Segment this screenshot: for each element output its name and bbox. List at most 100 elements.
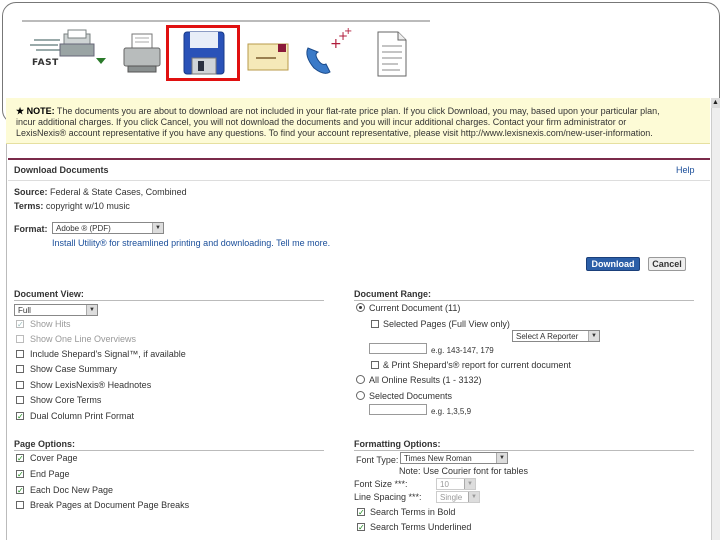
chevron-down-icon: ▼ bbox=[468, 492, 479, 502]
show-hits-checkbox[interactable]: ✓ bbox=[16, 320, 24, 329]
note-line-2: incur additional charges. If you click C… bbox=[16, 117, 627, 127]
cover-page-label: Cover Page bbox=[30, 453, 78, 463]
documents-hint: e.g. 1,3,5,9 bbox=[431, 407, 472, 416]
source-label: Source: bbox=[14, 187, 48, 197]
fast-print-icon[interactable] bbox=[30, 28, 112, 78]
formatting-options-title: Formatting Options: bbox=[354, 439, 441, 449]
panel-divider bbox=[8, 180, 710, 181]
selected-tool-highlight bbox=[166, 25, 240, 81]
panel-title: Download Documents bbox=[14, 165, 109, 175]
vertical-scrollbar[interactable] bbox=[711, 98, 720, 540]
dual-column-label: Dual Column Print Format bbox=[30, 411, 135, 421]
chevron-down-icon: ▼ bbox=[152, 223, 163, 233]
terms-value: copyright w/10 music bbox=[45, 201, 130, 211]
line-spacing-select[interactable]: Single ▼ bbox=[436, 491, 480, 503]
scroll-up-icon[interactable]: ▲ bbox=[711, 98, 720, 108]
font-size-label: Font Size ***: bbox=[354, 479, 408, 489]
reporter-select-value: Select A Reporter bbox=[516, 332, 579, 341]
include-shepards-label: Include Shepard's Signal™, if available bbox=[30, 349, 186, 359]
chevron-down-icon: ▼ bbox=[496, 453, 507, 463]
note-line-1: The documents you are about to download … bbox=[56, 106, 660, 116]
show-core-terms-checkbox[interactable] bbox=[16, 396, 24, 404]
printer-icon[interactable] bbox=[122, 28, 162, 78]
documents-input[interactable] bbox=[369, 404, 427, 415]
cover-page-checkbox[interactable]: ✓ bbox=[16, 454, 24, 463]
document-range-title: Document Range: bbox=[354, 289, 432, 299]
font-note: Note: Use Courier font for tables bbox=[399, 466, 529, 476]
print-shepards-label: & Print Shepard's® report for current do… bbox=[383, 360, 571, 370]
install-row: Install Utility® for streamlined printin… bbox=[52, 238, 330, 248]
search-terms-bold-checkbox[interactable]: ✓ bbox=[357, 508, 365, 517]
each-doc-new-page-checkbox[interactable]: ✓ bbox=[16, 486, 24, 495]
font-type-select-value: Times New Roman bbox=[404, 454, 472, 463]
all-results-label: All Online Results (1 - 3132) bbox=[369, 375, 482, 385]
each-doc-new-page-label: Each Doc New Page bbox=[30, 485, 114, 495]
download-button[interactable]: Download bbox=[586, 257, 640, 271]
font-type-label: Font Type: bbox=[356, 455, 399, 465]
page-options-title: Page Options: bbox=[14, 439, 76, 449]
source-row: Source: Federal & State Cases, Combined bbox=[14, 187, 187, 197]
help-link[interactable]: Help bbox=[676, 165, 695, 175]
terms-label: Terms: bbox=[14, 201, 44, 211]
selected-pages-label: Selected Pages (Full View only) bbox=[383, 319, 510, 329]
section-divider bbox=[14, 450, 324, 451]
document-view-title: Document View: bbox=[14, 289, 84, 299]
break-pages-label: Break Pages at Document Page Breaks bbox=[30, 500, 190, 510]
cancel-button[interactable]: Cancel bbox=[648, 257, 686, 271]
show-core-terms-label: Show Core Terms bbox=[30, 395, 102, 405]
section-divider bbox=[14, 300, 324, 301]
all-results-radio[interactable] bbox=[356, 375, 365, 384]
document-view-select[interactable]: Full ▼ bbox=[14, 304, 98, 316]
show-headnotes-checkbox[interactable] bbox=[16, 381, 24, 389]
section-divider bbox=[354, 450, 694, 451]
show-hits-label: Show Hits bbox=[30, 319, 71, 329]
install-text[interactable]: Install Utility® for streamlined printin… bbox=[52, 238, 274, 248]
selected-documents-label: Selected Documents bbox=[369, 391, 453, 401]
format-label: Format: bbox=[14, 224, 48, 234]
line-spacing-label: Line Spacing ***: bbox=[354, 492, 422, 502]
font-size-select[interactable]: 10 ▼ bbox=[436, 478, 476, 490]
search-terms-bold-label: Search Terms in Bold bbox=[370, 507, 456, 517]
show-case-summary-checkbox[interactable] bbox=[16, 365, 24, 373]
chevron-down-icon: ▼ bbox=[464, 479, 475, 489]
end-page-checkbox[interactable]: ✓ bbox=[16, 470, 24, 479]
pages-hint: e.g. 143-147, 179 bbox=[431, 346, 494, 355]
note-line-3: LexisNexis® account representative if yo… bbox=[16, 128, 653, 138]
font-size-select-value: 10 bbox=[440, 480, 449, 489]
section-divider bbox=[354, 300, 694, 301]
search-terms-underline-label: Search Terms Underlined bbox=[370, 522, 472, 532]
fast-label: FAST bbox=[32, 58, 59, 68]
toolbar-divider bbox=[22, 20, 430, 22]
email-icon[interactable] bbox=[244, 28, 294, 78]
selected-documents-radio[interactable] bbox=[356, 391, 365, 400]
svg-text:+: + bbox=[344, 28, 352, 37]
phone-icon[interactable]: + + + bbox=[300, 26, 354, 78]
tell-me-more-link[interactable]: Tell me more. bbox=[276, 238, 330, 248]
notice-box: ★ NOTE: The documents you are about to d… bbox=[6, 98, 710, 144]
format-select-value: Adobe ® (PDF) bbox=[56, 224, 111, 233]
current-document-label: Current Document (11) bbox=[369, 303, 461, 313]
terms-row: Terms: copyright w/10 music bbox=[14, 201, 130, 211]
include-shepards-checkbox[interactable] bbox=[16, 350, 24, 358]
document-view-select-value: Full bbox=[18, 306, 31, 315]
search-terms-underline-checkbox[interactable]: ✓ bbox=[357, 523, 365, 532]
document-icon[interactable] bbox=[370, 28, 412, 78]
chevron-down-icon: ▼ bbox=[86, 305, 97, 315]
format-select[interactable]: Adobe ® (PDF) ▼ bbox=[52, 222, 164, 234]
chevron-down-icon: ▼ bbox=[588, 331, 599, 341]
source-value: Federal & State Cases, Combined bbox=[50, 187, 187, 197]
line-spacing-select-value: Single bbox=[440, 493, 463, 502]
pages-input[interactable] bbox=[369, 343, 427, 354]
show-overviews-checkbox[interactable] bbox=[16, 335, 24, 343]
selected-pages-checkbox[interactable] bbox=[371, 320, 379, 328]
font-type-select[interactable]: Times New Roman ▼ bbox=[400, 452, 508, 464]
current-document-radio[interactable] bbox=[356, 303, 365, 312]
print-shepards-checkbox[interactable] bbox=[371, 361, 379, 369]
reporter-select[interactable]: Select A Reporter ▼ bbox=[512, 330, 600, 342]
end-page-label: End Page bbox=[30, 469, 70, 479]
break-pages-checkbox[interactable] bbox=[16, 501, 24, 509]
show-case-summary-label: Show Case Summary bbox=[30, 364, 118, 374]
show-headnotes-label: Show LexisNexis® Headnotes bbox=[30, 380, 152, 390]
note-prefix: ★ NOTE: bbox=[16, 106, 55, 116]
dual-column-checkbox[interactable]: ✓ bbox=[16, 412, 24, 421]
